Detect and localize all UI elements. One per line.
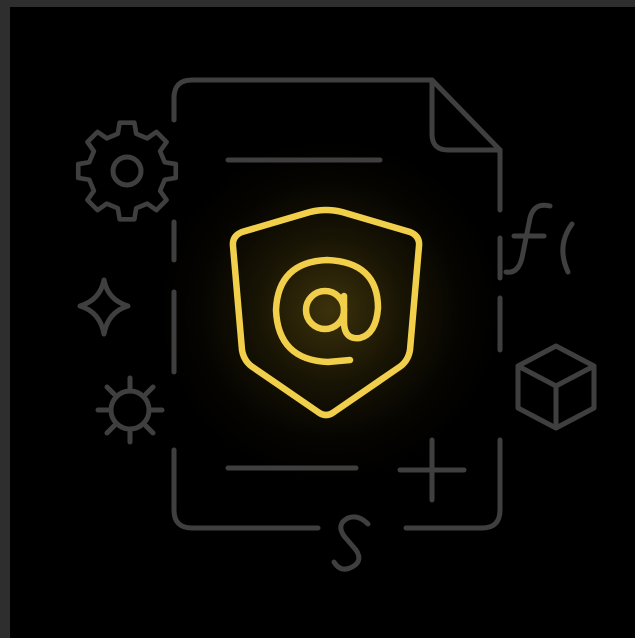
document-icon [171,77,503,531]
document-bottom-left [171,447,321,531]
sparkle-icon [77,277,131,337]
document-top-edge [171,77,503,213]
illustration-art [75,77,597,572]
cube-icon [515,343,597,431]
illustration-frame [0,0,635,638]
shield-icon [229,206,423,419]
gear-icon [75,120,179,222]
sun-gear-icon [95,375,165,445]
at-sign-icon [272,256,382,366]
dollar-s-icon [331,514,371,572]
function-icon [503,202,575,275]
document-bottom-right [403,437,503,531]
plus-icon [397,437,467,503]
